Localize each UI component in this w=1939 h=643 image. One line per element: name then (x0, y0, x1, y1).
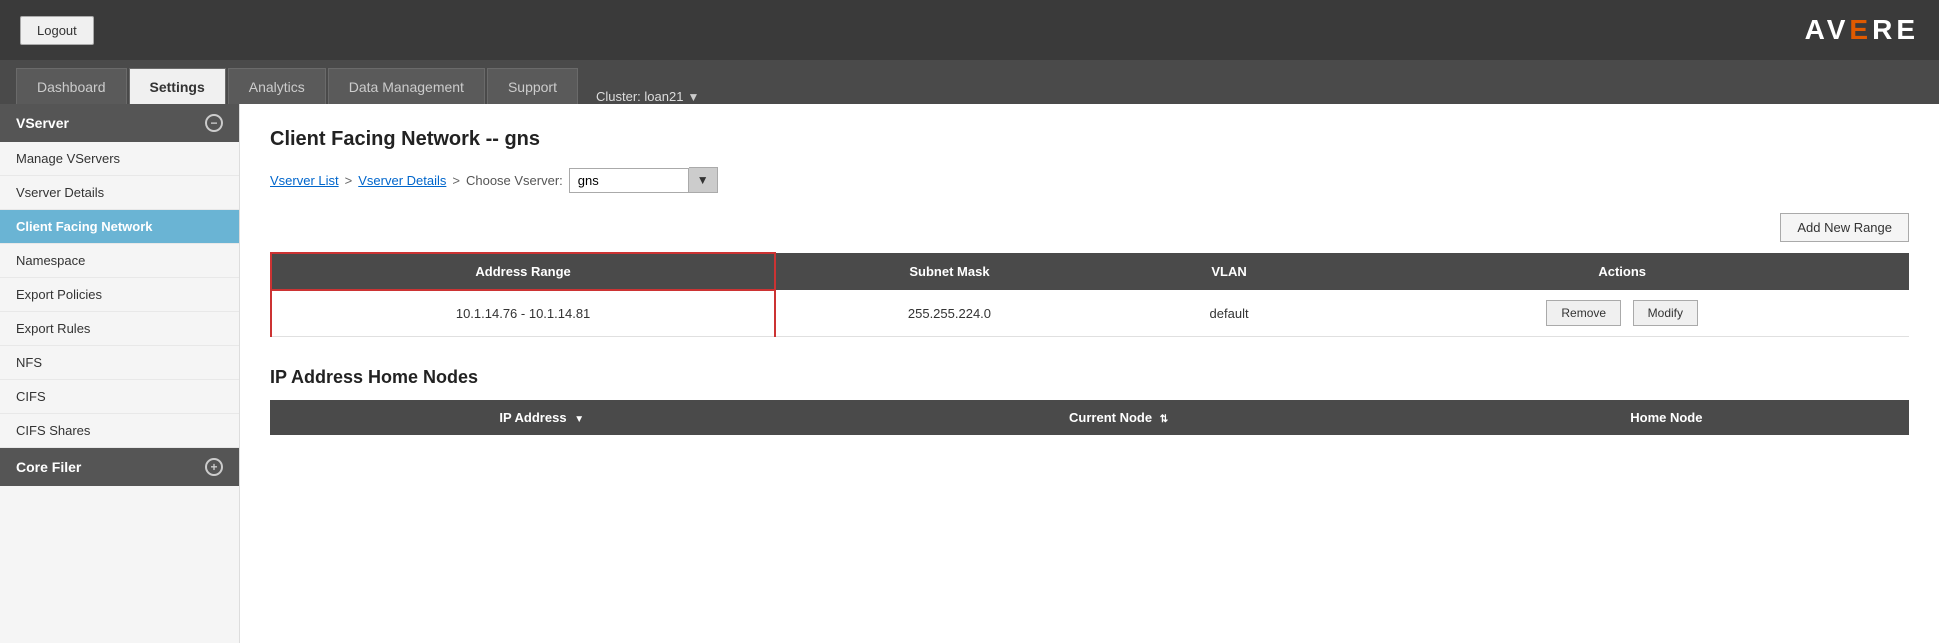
logo-re: RE (1872, 14, 1919, 46)
cluster-label: Cluster: loan21 (596, 89, 683, 104)
breadcrumb-vserver-details[interactable]: Vserver Details (358, 173, 446, 188)
top-bar-left: Logout (20, 16, 94, 45)
breadcrumb-vserver-list[interactable]: Vserver List (270, 173, 339, 188)
avere-logo: AVERE (1805, 14, 1919, 46)
col-header-home-node: Home Node (1424, 400, 1909, 435)
main-layout: VServer − Manage VServers Vserver Detail… (0, 104, 1939, 643)
logout-button[interactable]: Logout (20, 16, 94, 45)
logo-av: AV (1805, 14, 1850, 46)
col-header-address-range: Address Range (271, 253, 775, 290)
sidebar-item-vserver-details[interactable]: Vserver Details (0, 176, 239, 210)
vserver-select-arrow[interactable]: ▼ (689, 167, 718, 193)
col-header-ip-address: IP Address ▼ (270, 400, 813, 435)
address-range-table: Address Range Subnet Mask VLAN Actions 1… (270, 252, 1909, 337)
cell-address-range: 10.1.14.76 - 10.1.14.81 (271, 290, 775, 337)
sidebar-section-core-filer: Core Filer + (0, 448, 239, 486)
add-new-range-row: Add New Range (270, 213, 1909, 242)
breadcrumb-sep2: > (452, 173, 460, 188)
breadcrumb-choose-label: Choose Vserver: (466, 173, 563, 188)
sidebar-section-vserver-label: VServer (16, 115, 69, 131)
tab-analytics[interactable]: Analytics (228, 68, 326, 104)
ip-address-home-nodes-title: IP Address Home Nodes (270, 367, 1909, 388)
page-title: Client Facing Network -- gns (270, 128, 1909, 151)
sidebar-section-core-filer-label: Core Filer (16, 459, 81, 475)
tab-support[interactable]: Support (487, 68, 578, 104)
cluster-dropdown-arrow[interactable]: ▼ (687, 90, 699, 104)
vserver-select[interactable]: gns (569, 168, 689, 193)
sidebar-item-client-facing-network[interactable]: Client Facing Network (0, 210, 239, 244)
sidebar-item-cifs[interactable]: CIFS (0, 380, 239, 414)
logo-e: E (1849, 14, 1872, 46)
tab-settings[interactable]: Settings (129, 68, 226, 104)
col-header-vlan: VLAN (1123, 253, 1336, 290)
ip-sort-icon[interactable]: ▼ (574, 414, 584, 425)
nav-tabs: Dashboard Settings Analytics Data Manage… (0, 60, 1939, 104)
tab-data-management[interactable]: Data Management (328, 68, 485, 104)
sidebar-section-vserver: VServer − (0, 104, 239, 142)
current-node-sort-icon[interactable]: ⇅ (1160, 414, 1168, 425)
cell-actions: Remove Modify (1335, 290, 1909, 337)
ip-address-home-nodes-table: IP Address ▼ Current Node ⇅ Home Node (270, 400, 1909, 435)
content-area: Client Facing Network -- gns Vserver Lis… (240, 104, 1939, 643)
cluster-selector[interactable]: Cluster: loan21 ▼ (596, 89, 699, 104)
sidebar-section-core-filer-expand[interactable]: + (205, 458, 223, 476)
top-bar: Logout AVERE (0, 0, 1939, 60)
sidebar: VServer − Manage VServers Vserver Detail… (0, 104, 240, 643)
breadcrumb-sep1: > (345, 173, 353, 188)
add-new-range-button[interactable]: Add New Range (1780, 213, 1909, 242)
remove-button[interactable]: Remove (1546, 300, 1621, 326)
sidebar-item-cifs-shares[interactable]: CIFS Shares (0, 414, 239, 448)
sidebar-item-export-rules[interactable]: Export Rules (0, 312, 239, 346)
sidebar-section-vserver-collapse[interactable]: − (205, 114, 223, 132)
col-header-subnet-mask: Subnet Mask (775, 253, 1123, 290)
table-row: 10.1.14.76 - 10.1.14.81 255.255.224.0 de… (271, 290, 1909, 337)
cell-vlan: default (1123, 290, 1336, 337)
sidebar-item-export-policies[interactable]: Export Policies (0, 278, 239, 312)
col-header-current-node: Current Node ⇅ (813, 400, 1423, 435)
sidebar-item-namespace[interactable]: Namespace (0, 244, 239, 278)
modify-button[interactable]: Modify (1633, 300, 1698, 326)
col-header-actions: Actions (1335, 253, 1909, 290)
sidebar-item-manage-vservers[interactable]: Manage VServers (0, 142, 239, 176)
sidebar-item-nfs[interactable]: NFS (0, 346, 239, 380)
vserver-select-wrapper: gns ▼ (569, 167, 718, 193)
tab-dashboard[interactable]: Dashboard (16, 68, 127, 104)
breadcrumb: Vserver List > Vserver Details > Choose … (270, 167, 1909, 193)
cell-subnet-mask: 255.255.224.0 (775, 290, 1123, 337)
